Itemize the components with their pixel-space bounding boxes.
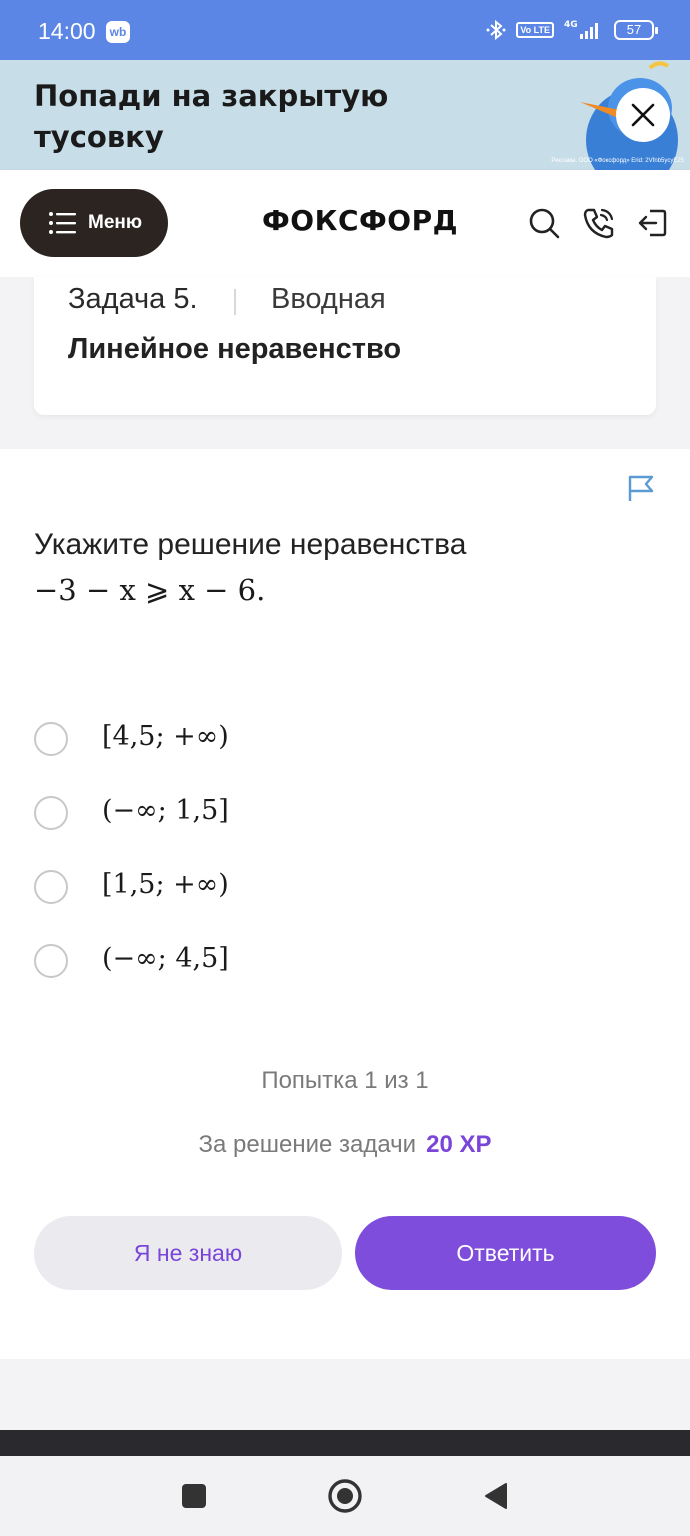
answer-option[interactable]: [4,5; +∞) (34, 719, 229, 759)
home-button[interactable] (325, 1476, 365, 1516)
volte-icon: Vo LTE (516, 22, 554, 38)
close-banner-button[interactable] (616, 88, 670, 142)
bluetooth-icon (486, 19, 506, 41)
radio-button[interactable] (34, 944, 68, 978)
reward-info: За решение задачи 20 XP (0, 1131, 690, 1159)
task-type: Вводная (271, 283, 386, 315)
answer-button[interactable]: Ответить (355, 1216, 656, 1290)
square-icon (182, 1484, 206, 1508)
home-circle-icon (328, 1479, 362, 1513)
menu-button[interactable]: Меню (20, 189, 168, 257)
option-label: (−∞; 4,5] (102, 943, 229, 974)
ad-banner[interactable]: Попади на закрытую тусовку Реклама. ООО … (0, 60, 690, 170)
answer-option[interactable]: (−∞; 4,5] (34, 941, 229, 981)
wb-app-icon: wb (106, 21, 130, 43)
inequality-formula: −3 − x ⩾ x − 6. (34, 573, 266, 607)
option-label: (−∞; 1,5] (102, 795, 229, 826)
status-bar: 14:00 wb Vo LTE 4G 57 (0, 0, 690, 60)
task-divider (234, 289, 236, 315)
navigation-bar (0, 1456, 690, 1536)
answer-option[interactable]: (−∞; 1,5] (34, 793, 229, 833)
status-time: 14:00 (38, 18, 96, 44)
footer-strip (0, 1430, 690, 1456)
task-card: Задача 5. Вводная Линейное неравенство (34, 277, 656, 415)
back-button[interactable] (476, 1476, 516, 1516)
banner-title: Попади на закрытую тусовку (34, 79, 389, 154)
list-icon (49, 212, 76, 234)
report-flag-icon[interactable] (626, 473, 656, 503)
status-icons: Vo LTE 4G 57 (486, 18, 658, 42)
task-card-area: Задача 5. Вводная Линейное неравенство (0, 277, 690, 449)
dont-know-button[interactable]: Я не знаю (34, 1216, 342, 1290)
question-text: Укажите решение неравенства (34, 528, 467, 561)
reward-xp: 20 XP (426, 1131, 492, 1158)
login-icon[interactable] (636, 206, 670, 240)
close-icon (631, 103, 655, 127)
attempt-counter: Попытка 1 из 1 (261, 1067, 429, 1094)
recents-button[interactable] (174, 1476, 214, 1516)
answer-option[interactable]: [1,5; +∞) (34, 867, 229, 907)
ad-disclaimer: Реклама. ООО «Фоксфорд» Erid: 2Vfnb5ycyE… (551, 158, 684, 164)
task-title: Линейное неравенство (68, 333, 402, 365)
signal-icon: 4G (564, 20, 598, 39)
back-triangle-icon (485, 1483, 507, 1509)
radio-button[interactable] (34, 870, 68, 904)
problem-panel: Укажите решение неравенства −3 − x ⩾ x −… (0, 449, 690, 1359)
task-number: Задача 5. (68, 283, 198, 315)
radio-button[interactable] (34, 722, 68, 756)
site-header: Меню ФОКСФОРД (0, 170, 690, 277)
menu-label: Меню (88, 212, 143, 233)
option-label: [4,5; +∞) (102, 721, 229, 752)
foxford-logo[interactable]: ФОКСФОРД (262, 204, 458, 237)
battery-icon: 57 (614, 20, 658, 40)
phone-icon[interactable] (582, 206, 616, 240)
reward-label: За решение задачи (198, 1131, 417, 1158)
option-label: [1,5; +∞) (102, 869, 229, 900)
svg-text:4G: 4G (564, 20, 578, 30)
radio-button[interactable] (34, 796, 68, 830)
search-icon[interactable] (527, 206, 561, 240)
